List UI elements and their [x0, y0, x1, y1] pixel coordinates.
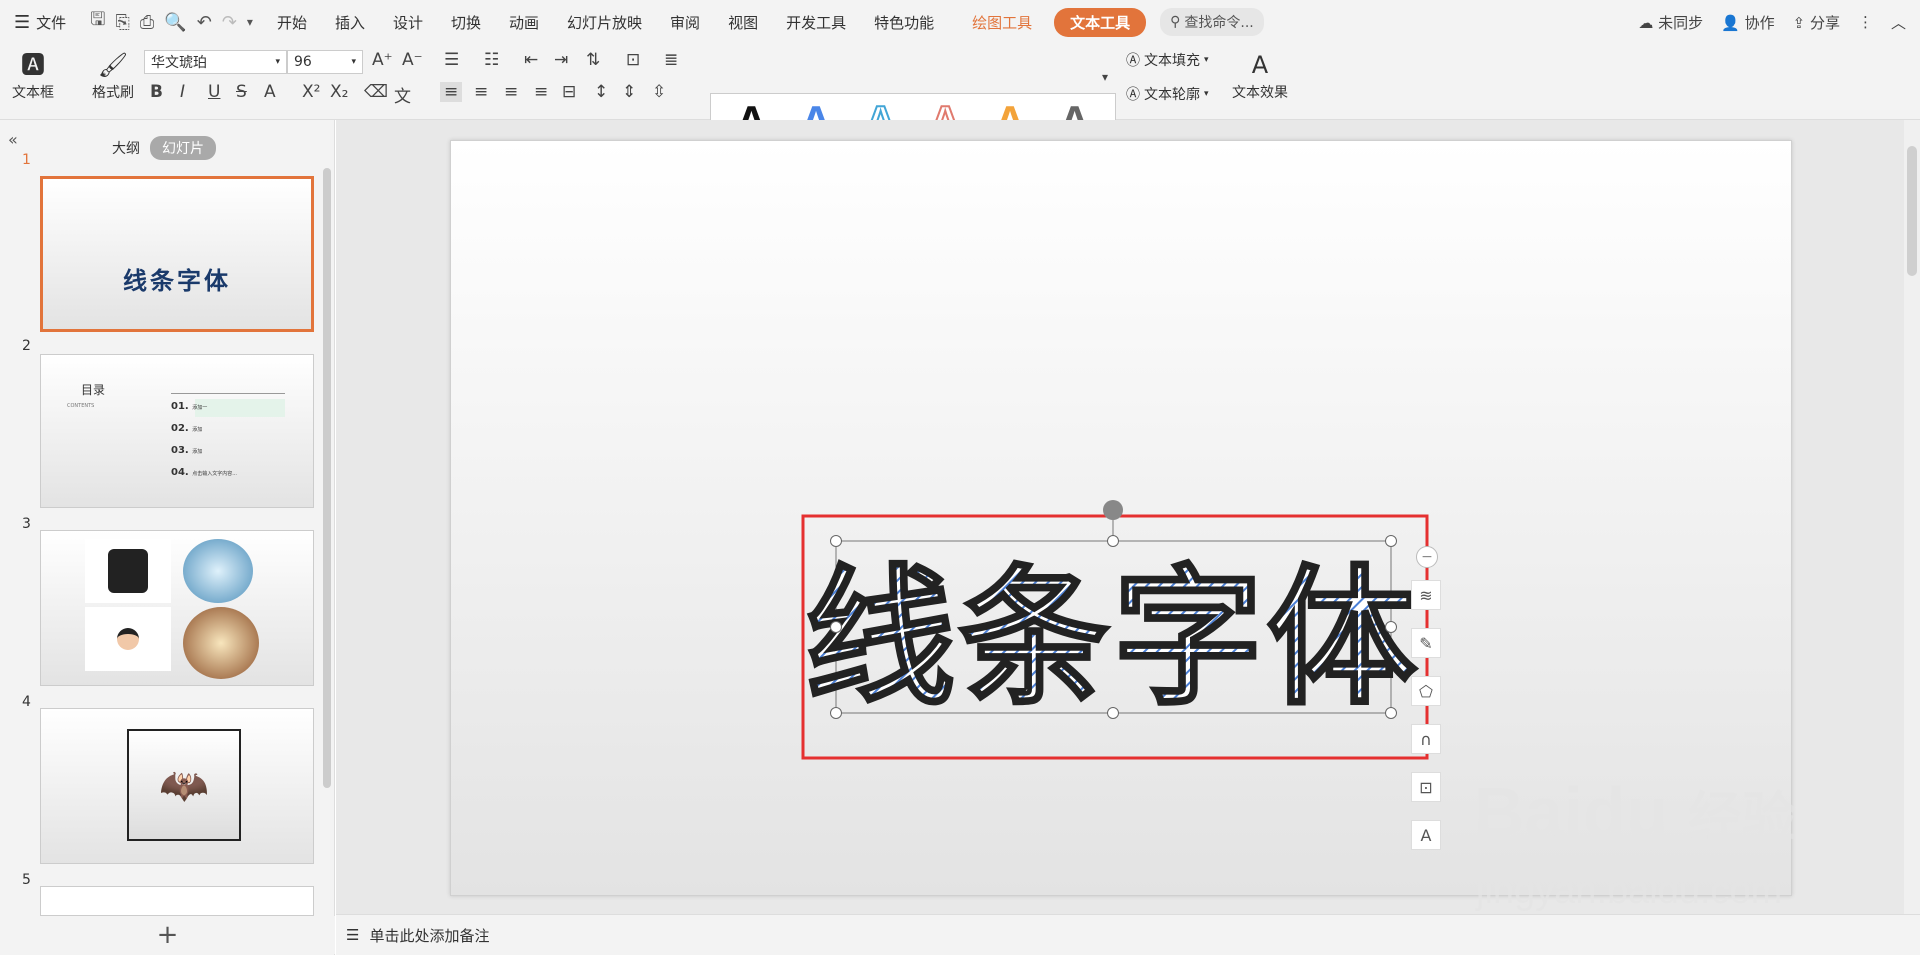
resize-handle-br[interactable]	[1385, 707, 1397, 719]
resize-handle-bl[interactable]	[830, 707, 842, 719]
watermark-url: jingyan.baidu.com	[1476, 870, 1783, 912]
layers-icon[interactable]: ≋	[1411, 580, 1441, 610]
resize-handle-l[interactable]	[830, 621, 842, 633]
fill-icon[interactable]: ⬠	[1411, 676, 1441, 706]
rotate-handle[interactable]	[1103, 500, 1123, 520]
app-window: ☰ 文件 🖫 ⎘ ⎙ 🔍 ↶ ↷ ▾ 开始 插入 设计 切换 动画 幻灯片放映 审阅 视图 开…	[0, 0, 1920, 955]
resize-handle-r[interactable]	[1385, 621, 1397, 633]
shape-icon[interactable]: ∩	[1411, 724, 1441, 754]
resize-handle-tl[interactable]	[830, 535, 842, 547]
vertical-scrollbar[interactable]	[1904, 120, 1920, 914]
wordart-text[interactable]: 线条字体	[803, 551, 1421, 728]
resize-handle-b[interactable]	[1107, 707, 1119, 719]
resize-handle-tr[interactable]	[1385, 535, 1397, 547]
float-collapse-icon[interactable]: −	[1416, 546, 1438, 568]
scroll-thumb[interactable]	[1907, 146, 1917, 276]
watermark-brand: Baidu 经验	[1474, 773, 1796, 851]
notes-bar[interactable]: ☰ 单击此处添加备注	[336, 914, 1920, 955]
notes-icon: ☰	[346, 926, 360, 944]
resize-handle-t[interactable]	[1107, 535, 1119, 547]
pen-icon[interactable]: ✎	[1411, 628, 1441, 658]
text-wrap-icon[interactable]: ⊡	[1411, 772, 1441, 802]
text-format-icon[interactable]: A	[1411, 820, 1441, 850]
